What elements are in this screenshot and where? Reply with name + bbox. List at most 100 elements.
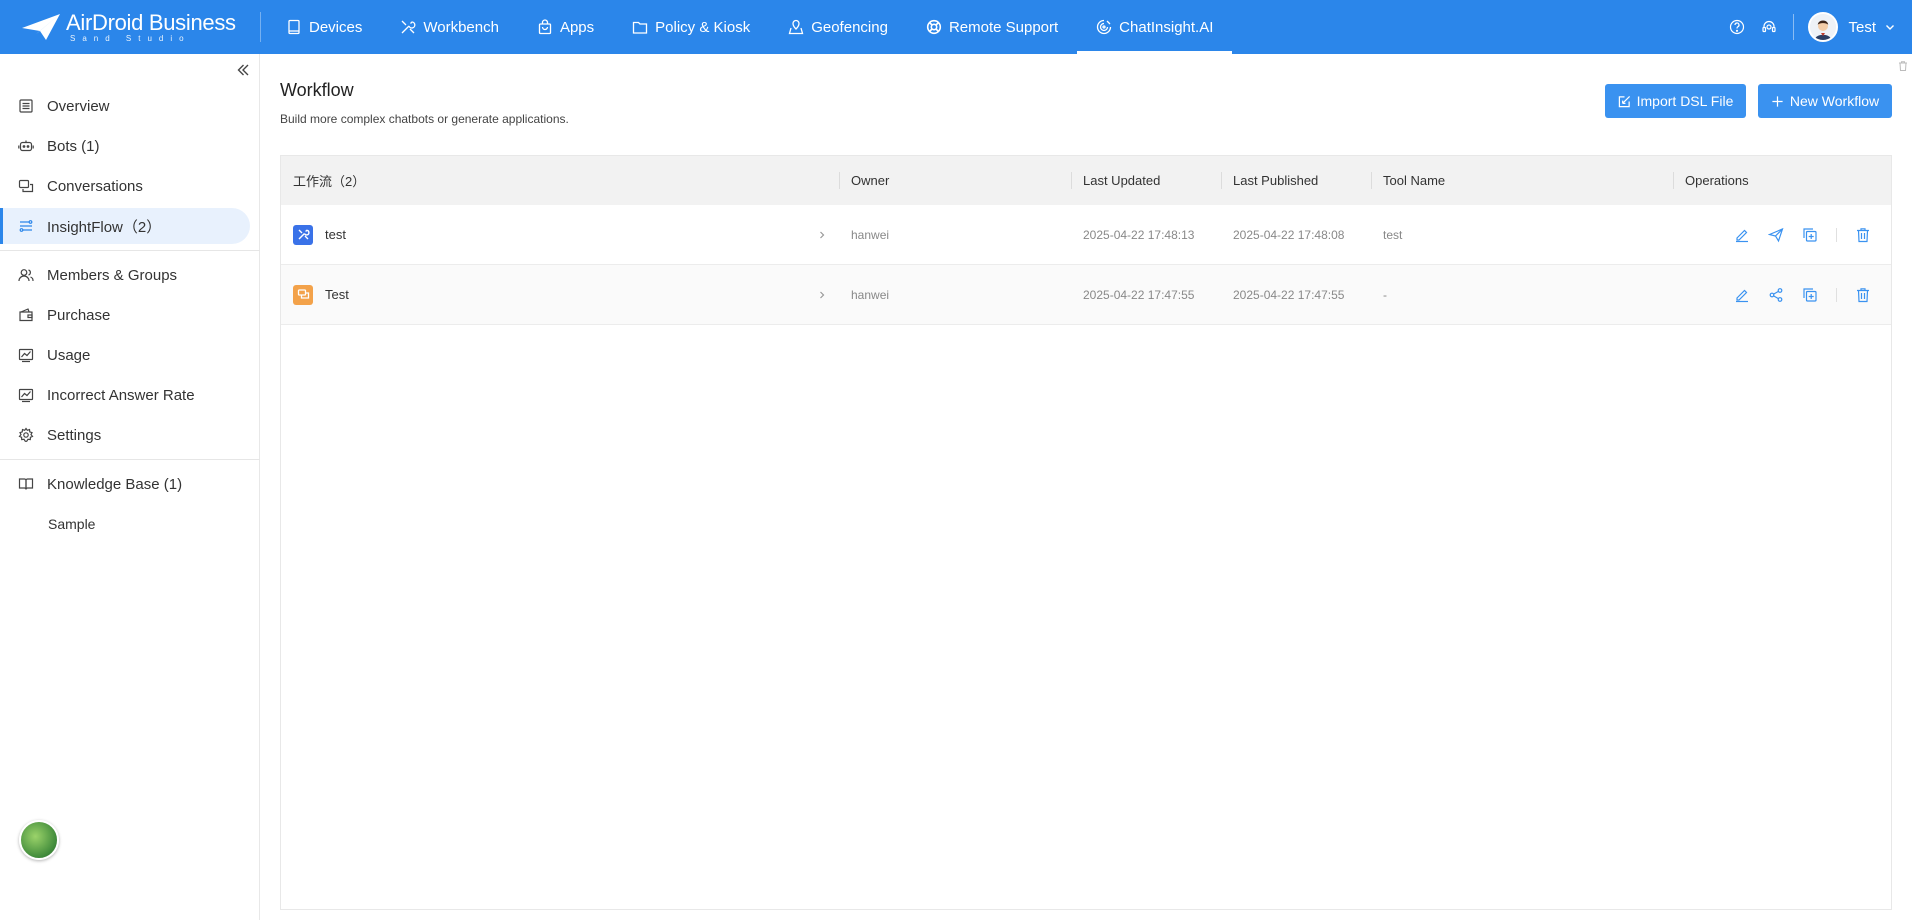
workflow-type-icon <box>293 224 313 245</box>
nav-item-geofencing[interactable]: Geofencing <box>769 0 907 54</box>
owner-cell: hanwei <box>851 227 890 242</box>
edit-icon[interactable] <box>1734 287 1750 303</box>
sidebar-subitem-sample[interactable]: Sample <box>0 506 260 542</box>
user-name[interactable]: Test <box>1848 19 1876 36</box>
tool-name-cell: - <box>1383 287 1387 302</box>
new-workflow-label: New Workflow <box>1789 93 1880 109</box>
nav-item-label: Remote Support <box>948 18 1059 36</box>
column-header-workflow: 工作流（2） <box>293 174 366 189</box>
nav-divider <box>260 12 261 42</box>
floating-assistant-avatar[interactable] <box>19 820 59 860</box>
sidebar-item-label: InsightFlow（2） <box>47 218 162 236</box>
plus-icon <box>1772 95 1783 107</box>
sidebar-item-bots[interactable]: Bots (1) <box>0 128 250 164</box>
sidebar-item-label: Bots (1) <box>47 137 100 155</box>
book-icon <box>18 478 34 490</box>
chart-icon <box>18 388 34 403</box>
device-icon <box>288 19 300 35</box>
user-avatar[interactable] <box>1808 12 1839 42</box>
chevron-right-icon[interactable] <box>817 229 827 241</box>
wallet-icon <box>19 308 33 322</box>
support-agent-icon[interactable] <box>1761 19 1777 35</box>
trash-icon[interactable] <box>1897 60 1909 72</box>
table-row[interactable]: Test hanwei 2025-04-22 17:47:55 2025-04-… <box>281 265 1891 325</box>
table-row[interactable]: test hanwei 2025-04-22 17:48:13 2025-04-… <box>281 205 1891 265</box>
column-header-owner: Owner <box>839 156 1071 205</box>
operations-separator <box>1836 287 1837 302</box>
sidebar-item-incorrect-answer-rate[interactable]: Incorrect Answer Rate <box>0 377 250 413</box>
nav-item-remote-support[interactable]: Remote Support <box>907 0 1077 54</box>
bot-icon <box>18 140 34 152</box>
collapse-sidebar-icon[interactable] <box>235 62 251 78</box>
publish-send-icon[interactable] <box>1768 227 1784 243</box>
chevron-right-icon[interactable] <box>817 289 827 301</box>
nav-item-label: Apps <box>559 18 595 36</box>
table-header: 工作流（2） Owner Last Updated Last Published… <box>281 156 1891 205</box>
nav-item-policy-kiosk[interactable]: Policy & Kiosk <box>613 0 769 54</box>
column-header-last-published: Last Published <box>1221 156 1371 205</box>
nav-item-chatinsight[interactable]: ChatInsight.AI <box>1077 0 1233 54</box>
operations-cell <box>1673 205 1891 265</box>
last-updated-cell: 2025-04-22 17:47:55 <box>1083 287 1195 302</box>
duplicate-icon[interactable] <box>1802 287 1818 303</box>
flow-icon <box>19 220 33 232</box>
sidebar-item-label: Incorrect Answer Rate <box>47 386 195 404</box>
main-content: Workflow Build more complex chatbots or … <box>260 54 1912 920</box>
sidebar-item-label: Settings <box>47 426 102 444</box>
share-icon[interactable] <box>1768 287 1784 303</box>
logo[interactable]: AirDroid Business Sand Studio <box>0 0 260 54</box>
owner-cell: hanwei <box>851 287 890 302</box>
list-icon <box>19 99 33 113</box>
workflow-name-cell[interactable]: test <box>281 205 839 265</box>
tools-icon <box>298 229 310 240</box>
nav-item-label: Policy & Kiosk <box>655 18 751 36</box>
new-workflow-button[interactable]: New Workflow <box>1758 84 1892 118</box>
column-header-last-updated: Last Updated <box>1071 156 1221 205</box>
chevron-down-icon[interactable] <box>1884 21 1896 33</box>
edit-icon[interactable] <box>1734 227 1750 243</box>
sidebar-item-members-groups[interactable]: Members & Groups <box>0 257 250 293</box>
tools-icon <box>401 20 416 34</box>
page-title: Workflow <box>280 80 354 100</box>
sidebar-item-label: Usage <box>47 346 91 364</box>
nav-item-apps[interactable]: Apps <box>518 0 613 54</box>
delete-icon[interactable] <box>1855 227 1871 243</box>
sidebar-divider <box>0 250 260 251</box>
sidebar-item-label: Purchase <box>47 306 111 324</box>
nav-item-devices[interactable]: Devices <box>267 0 381 54</box>
operations-cell <box>1673 265 1891 325</box>
last-updated-cell: 2025-04-22 17:48:13 <box>1083 227 1195 242</box>
tool-name-cell: test <box>1383 227 1403 242</box>
sidebar: Overview Bots (1) Conversations InsightF… <box>0 54 260 920</box>
sidebar-item-purchase[interactable]: Purchase <box>0 297 250 333</box>
workflow-name-cell[interactable]: Test <box>281 265 839 325</box>
column-header-operations: Operations <box>1673 156 1891 205</box>
sidebar-item-usage[interactable]: Usage <box>0 337 250 373</box>
help-icon[interactable] <box>1729 19 1745 35</box>
sidebar-item-overview[interactable]: Overview <box>0 88 250 124</box>
sidebar-item-conversations[interactable]: Conversations <box>0 168 250 204</box>
top-navigation-bar: AirDroid Business Sand Studio Devices Wo… <box>0 0 1912 54</box>
nav-item-label: Geofencing <box>811 18 888 36</box>
gear-icon <box>18 427 34 442</box>
duplicate-icon[interactable] <box>1802 227 1818 243</box>
nav-item-workbench[interactable]: Workbench <box>381 0 518 54</box>
conversation-icon <box>18 179 34 193</box>
main-nav: Devices Workbench Apps Policy & Kiosk Ge… <box>267 0 1233 54</box>
last-published-cell: 2025-04-22 17:47:55 <box>1233 287 1345 302</box>
logo-name: AirDroid Business <box>66 9 236 35</box>
sidebar-item-settings[interactable]: Settings <box>0 417 250 453</box>
chart-icon <box>18 348 34 363</box>
import-dsl-button[interactable]: Import DSL File <box>1605 84 1746 118</box>
delete-icon[interactable] <box>1855 287 1871 303</box>
workflow-type-icon <box>293 284 313 305</box>
chat-ai-icon <box>1097 19 1112 35</box>
workflow-table: 工作流（2） Owner Last Updated Last Published… <box>280 155 1892 910</box>
chat-bubbles-icon <box>297 289 309 299</box>
sidebar-item-label: Members & Groups <box>47 266 178 284</box>
sidebar-item-label: Conversations <box>47 177 143 195</box>
avatar-person-icon <box>1810 14 1837 40</box>
sidebar-item-insightflow[interactable]: InsightFlow（2） <box>0 208 250 244</box>
page-subtitle: Build more complex chatbots or generate … <box>280 112 569 126</box>
sidebar-item-knowledge-base[interactable]: Knowledge Base (1) <box>0 466 250 502</box>
